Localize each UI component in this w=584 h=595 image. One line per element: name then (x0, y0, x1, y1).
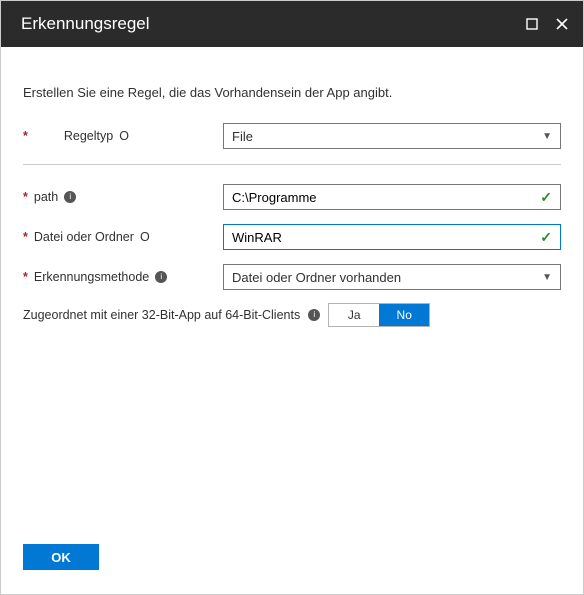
methode-label-text: Erkennungsmethode (34, 270, 149, 284)
row-regeltyp: * Regeltyp O File ▼ (23, 122, 561, 150)
methode-value: Datei oder Ordner vorhanden (232, 270, 401, 285)
toggle-option-no[interactable]: No (379, 304, 429, 326)
fieldcell-path: ✓ (223, 184, 561, 210)
required-asterisk: * (23, 129, 28, 143)
fieldcell-datei: ✓ (223, 224, 561, 250)
row-methode: * Erkennungsmethode i Datei oder Ordner … (23, 263, 561, 291)
help-glyph[interactable]: O (119, 129, 129, 143)
intro-text: Erstellen Sie eine Regel, die das Vorhan… (23, 85, 561, 100)
label-path: * path i (23, 190, 223, 204)
regeltyp-label-text: Regeltyp (64, 129, 113, 143)
regeltyp-select[interactable]: File ▼ (223, 123, 561, 149)
yes-no-toggle[interactable]: Ja No (328, 303, 430, 327)
ok-button[interactable]: OK (23, 544, 99, 570)
info-icon[interactable]: i (155, 271, 167, 283)
datei-label-text: Datei oder Ordner (34, 230, 134, 244)
row-path: * path i ✓ (23, 183, 561, 211)
path-input[interactable] (232, 190, 540, 205)
required-asterisk: * (23, 190, 28, 204)
required-asterisk: * (23, 270, 28, 284)
path-input-wrap[interactable]: ✓ (223, 184, 561, 210)
datei-input[interactable] (232, 230, 540, 245)
datei-input-wrap[interactable]: ✓ (223, 224, 561, 250)
regeltyp-value: File (232, 129, 253, 144)
label-methode: * Erkennungsmethode i (23, 270, 223, 284)
path-label-text: path (34, 190, 58, 204)
zugeordnet-label: Zugeordnet mit einer 32-Bit-App auf 64-B… (23, 308, 300, 322)
methode-select[interactable]: Datei oder Ordner vorhanden ▼ (223, 264, 561, 290)
info-icon[interactable]: i (64, 191, 76, 203)
required-asterisk: * (23, 230, 28, 244)
close-icon[interactable] (555, 17, 569, 31)
row-datei: * Datei oder Ordner O ✓ (23, 223, 561, 251)
label-datei: * Datei oder Ordner O (23, 230, 223, 244)
fieldcell-regeltyp: File ▼ (223, 123, 561, 149)
info-icon[interactable]: i (308, 309, 320, 321)
dialog-content: Erstellen Sie eine Regel, die das Vorhan… (1, 47, 583, 544)
chevron-down-icon: ▼ (542, 272, 552, 283)
dialog-title: Erkennungsregel (21, 14, 150, 34)
help-glyph[interactable]: O (140, 230, 150, 244)
fieldcell-methode: Datei oder Ordner vorhanden ▼ (223, 264, 561, 290)
section-divider (23, 164, 561, 165)
titlebar-actions (525, 17, 569, 31)
toggle-option-yes[interactable]: Ja (329, 304, 379, 326)
label-regeltyp: * Regeltyp O (23, 129, 223, 143)
chevron-down-icon: ▼ (542, 131, 552, 142)
check-icon: ✓ (540, 229, 552, 246)
dialog-footer: OK (1, 544, 583, 594)
row-zugeordnet: Zugeordnet mit einer 32-Bit-App auf 64-B… (23, 303, 561, 327)
title-bar: Erkennungsregel (1, 1, 583, 47)
restore-icon[interactable] (525, 17, 539, 31)
check-icon: ✓ (540, 189, 552, 206)
